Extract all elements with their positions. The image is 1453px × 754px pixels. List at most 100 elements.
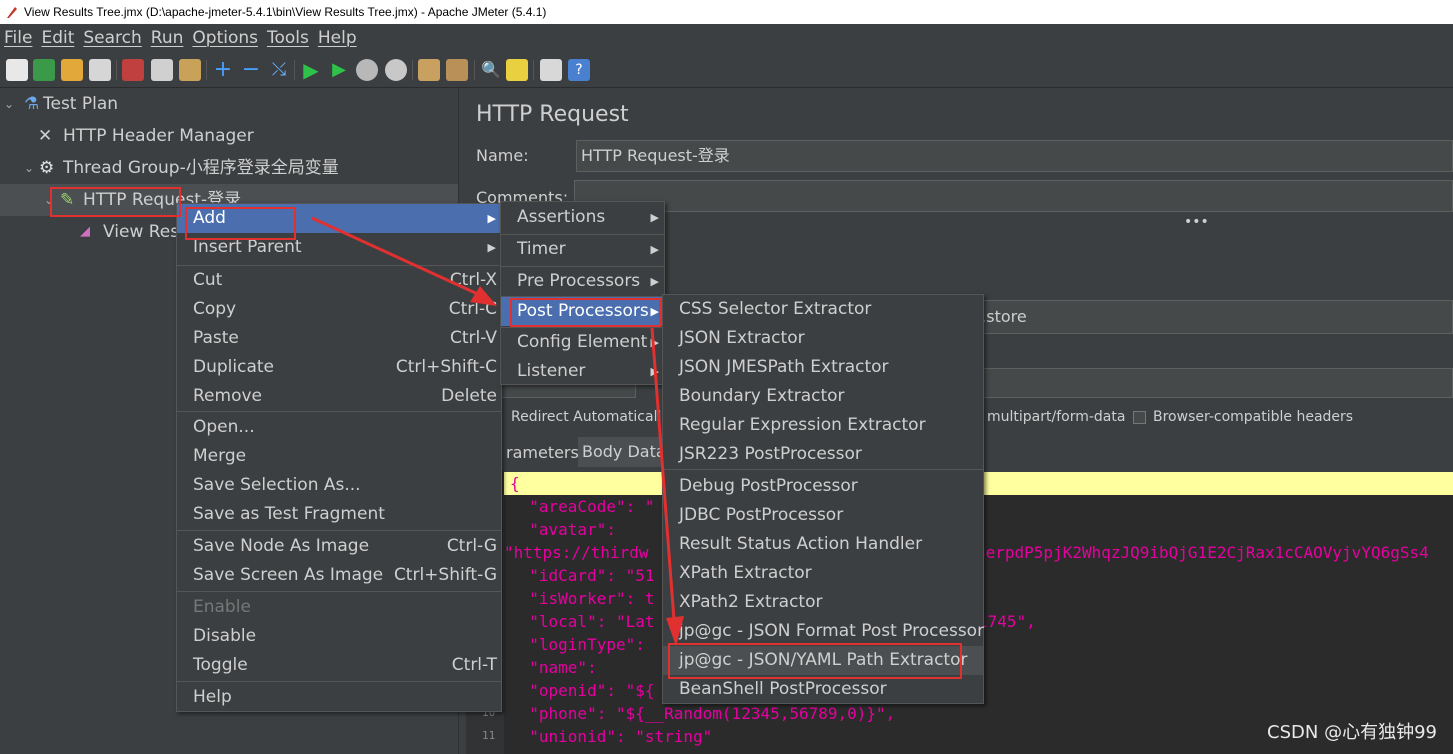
start-no-pauses-icon[interactable]: ▶	[328, 59, 350, 81]
code-line: "isWorker": t	[510, 589, 655, 608]
menu-item-boundary-extractor[interactable]: Boundary Extractor	[663, 382, 983, 411]
add-submenu: Assertions ▶ Timer ▶ Pre Processors ▶ Post …	[500, 201, 665, 385]
menu-item-json-jmespath-extractor[interactable]: JSON JMESPath Extractor	[663, 353, 983, 382]
comments-field[interactable]	[574, 180, 1453, 212]
drag-handle-icon[interactable]: •••	[1184, 214, 1209, 230]
clear-all-icon[interactable]	[446, 59, 468, 81]
code-line: "phone": "${__Random(12345,56789,0)}",	[510, 704, 896, 723]
menu-item-jpgc-json-yaml-path-extractor[interactable]: jp@gc - JSON/YAML Path Extractor	[663, 646, 983, 675]
toolbar-separator	[533, 60, 534, 80]
menu-item-open[interactable]: Open...	[177, 413, 501, 442]
pipette-icon: ✎	[60, 190, 75, 210]
stop-icon[interactable]	[356, 59, 378, 81]
collapse-icon[interactable]: −	[240, 59, 262, 81]
reset-search-icon[interactable]	[506, 59, 528, 81]
search-icon[interactable]: 🔍	[480, 59, 502, 81]
code-line: {	[510, 474, 520, 493]
menu-tools[interactable]: Tools	[267, 28, 309, 48]
templates-icon[interactable]	[33, 59, 55, 81]
tab-body-data[interactable]: Body Data	[578, 437, 670, 467]
toolbar-separator	[412, 60, 413, 80]
menu-item-paste[interactable]: Paste Ctrl-V	[177, 324, 501, 353]
window-titlebar: View Results Tree.jmx (D:\apache-jmeter-…	[0, 0, 1453, 24]
menu-item-enable: Enable	[193, 597, 251, 617]
save-icon[interactable]	[89, 59, 111, 81]
toolbar-separator	[294, 60, 295, 80]
menu-item-copy[interactable]: Copy Ctrl-C	[177, 295, 501, 324]
flask-icon: ⚗	[24, 94, 40, 114]
menu-item-jdbc-postprocessor[interactable]: JDBC PostProcessor	[663, 501, 983, 530]
menu-item-save-node-image[interactable]: Save Node As Image Ctrl-G	[177, 532, 501, 561]
menu-item-help[interactable]: Help	[177, 683, 501, 712]
shutdown-icon[interactable]	[385, 59, 407, 81]
menu-search[interactable]: Search	[83, 28, 141, 48]
start-icon[interactable]: ▶	[300, 59, 322, 81]
menu-item-result-status-handler[interactable]: Result Status Action Handler	[663, 530, 983, 559]
chevron-down-icon[interactable]: ⌄	[44, 184, 56, 216]
menu-run[interactable]: Run	[151, 28, 184, 48]
menu-item-beanshell-postprocessor[interactable]: BeanShell PostProcessor	[663, 675, 983, 704]
menu-item-pre-processors[interactable]: Pre Processors ▶	[501, 267, 664, 296]
menu-item-jsr223-postprocessor[interactable]: JSR223 PostProcessor	[663, 440, 983, 469]
menu-item-save-screen-image[interactable]: Save Screen As Image Ctrl+Shift-G	[177, 561, 501, 590]
path-field[interactable]	[966, 368, 1453, 398]
menu-item-save-fragment[interactable]: Save as Test Fragment	[177, 500, 501, 529]
code-line: "idCard": "51	[510, 566, 655, 585]
menu-separator	[663, 469, 983, 470]
menu-file[interactable]: File	[4, 28, 32, 48]
browser-headers-checkbox[interactable]	[1133, 411, 1146, 424]
copy-icon[interactable]	[151, 59, 173, 81]
menu-item-assertions[interactable]: Assertions ▶	[501, 203, 664, 232]
tree-item-label: Thread Group-小程序登录全局变量	[63, 158, 339, 178]
code-line: "loginType":	[510, 635, 645, 654]
menu-item-json-extractor[interactable]: JSON Extractor	[663, 324, 983, 353]
clear-icon[interactable]	[418, 59, 440, 81]
help-icon[interactable]: ?	[568, 59, 590, 81]
cut-icon[interactable]	[122, 59, 144, 81]
browser-headers-label: Browser-compatible headers	[1153, 409, 1354, 425]
expand-icon[interactable]: +	[212, 59, 234, 81]
menu-item-xpath-extractor[interactable]: XPath Extractor	[663, 559, 983, 588]
menu-item-jpgc-json-format[interactable]: jp@gc - JSON Format Post Processor	[663, 617, 984, 646]
menu-help[interactable]: Help	[318, 28, 357, 48]
name-field[interactable]: HTTP Request-登录	[576, 140, 1453, 172]
menu-item-xpath2-extractor[interactable]: XPath2 Extractor	[663, 588, 983, 617]
menu-item-add[interactable]: Add ▶	[177, 204, 501, 233]
new-icon[interactable]	[6, 59, 28, 81]
menu-item-merge[interactable]: Merge	[177, 442, 501, 471]
function-helper-icon[interactable]	[540, 59, 562, 81]
line-number: 11	[482, 729, 496, 742]
chevron-down-icon[interactable]: ⌄	[24, 152, 36, 184]
open-icon[interactable]	[61, 59, 83, 81]
menu-item-toggle[interactable]: Toggle Ctrl-T	[177, 651, 501, 680]
menu-item-disable[interactable]: Disable	[177, 622, 501, 651]
menu-item-regex-extractor[interactable]: Regular Expression Extractor	[663, 411, 983, 440]
gear-icon: ⚙	[39, 158, 55, 178]
code-line: "https://thirdw	[504, 543, 649, 562]
watermark: CSDN @心有独钟99	[1267, 722, 1437, 743]
tab-parameters[interactable]: rameters	[506, 443, 579, 462]
toggle-icon[interactable]: ⤯	[268, 59, 290, 81]
menu-item-debug-postprocessor[interactable]: Debug PostProcessor	[663, 472, 983, 501]
server-field[interactable]: n.store	[966, 300, 1453, 334]
menubar: File Edit Search Run Options Tools Help	[0, 24, 1453, 52]
menu-item-css-selector-extractor[interactable]: CSS Selector Extractor	[663, 295, 983, 324]
code-line-tail: 3erpdP5pjK2WhqzJQ9ibQjG1E2CjRax1cCAOVyjv…	[976, 543, 1429, 562]
name-label: Name:	[476, 146, 529, 165]
chevron-down-icon[interactable]: ⌄	[4, 88, 16, 120]
menu-item-timer[interactable]: Timer ▶	[501, 235, 664, 264]
menu-separator	[177, 681, 501, 682]
menu-item-duplicate[interactable]: Duplicate Ctrl+Shift-C	[177, 353, 501, 382]
toolbar-separator	[116, 60, 117, 80]
menu-item-save-selection[interactable]: Save Selection As...	[177, 471, 501, 500]
menu-options[interactable]: Options	[192, 28, 258, 48]
menu-edit[interactable]: Edit	[41, 28, 74, 48]
menu-item-remove[interactable]: Remove Delete	[177, 382, 501, 411]
paste-icon[interactable]	[179, 59, 201, 81]
menu-item-config-element[interactable]: Config Element ▶	[501, 328, 664, 357]
menu-item-listener[interactable]: Listener ▶	[501, 357, 664, 386]
menu-item-cut[interactable]: Cut Ctrl-X	[177, 266, 501, 295]
redirect-label: Redirect Automatically	[511, 409, 670, 425]
menu-item-post-processors[interactable]: Post Processors ▶	[501, 297, 664, 326]
menu-item-insert-parent[interactable]: Insert Parent ▶	[177, 233, 501, 262]
